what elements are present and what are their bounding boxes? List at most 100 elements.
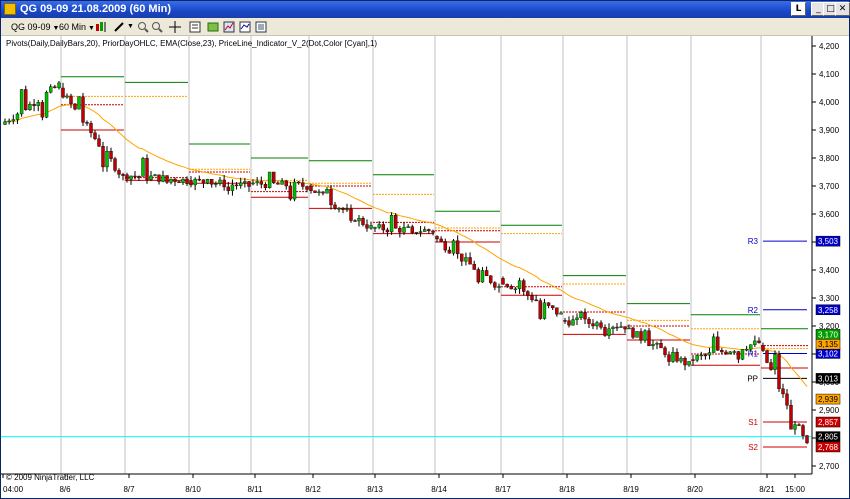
candle-down: [583, 312, 587, 320]
candle-down: [309, 185, 313, 191]
candle-down: [631, 327, 635, 338]
candle-down: [210, 179, 214, 185]
candle-up: [251, 182, 255, 185]
x-tick-label: 8/11: [248, 485, 264, 494]
candle-down: [349, 208, 353, 221]
link-button[interactable]: L: [791, 2, 806, 16]
candle-up: [292, 181, 297, 200]
candle-down: [93, 132, 97, 140]
candle-down: [73, 103, 77, 110]
candle-up: [711, 336, 716, 353]
price-marker-label: 3,013: [818, 374, 839, 383]
candle-down: [276, 182, 280, 185]
candle-up: [373, 227, 377, 229]
window-title: QG 09-09 21.08.2009 (60 Min): [20, 3, 172, 15]
candle-down: [534, 299, 538, 302]
pivot-label-r2: R2: [748, 306, 759, 315]
period-selector[interactable]: 60 Min ▼: [59, 20, 95, 34]
candle-down: [247, 181, 251, 187]
candle-up: [193, 178, 197, 186]
instrument-selector[interactable]: QG 09-09 ▼: [11, 20, 59, 34]
candle-up: [65, 95, 69, 98]
candle-down: [484, 270, 489, 277]
candle-down: [133, 175, 137, 178]
candle-up: [267, 171, 272, 188]
candle-down: [493, 282, 497, 288]
candle-down: [394, 215, 398, 229]
chart-panel[interactable]: R3 R2 R1 PP S1 S2 4,200 4,100 4,000 3,900 3,800 3,…: [1, 36, 849, 499]
candle-down: [538, 300, 542, 319]
candle-down: [85, 122, 89, 124]
candle-down: [61, 87, 65, 98]
candle-down: [546, 302, 551, 306]
time-gridlines: [60, 36, 762, 474]
candle-down: [427, 229, 431, 232]
pivot-label-pp: PP: [747, 374, 758, 383]
candle-down: [720, 350, 724, 353]
period-label: 60 Min: [59, 22, 87, 32]
candle-down: [476, 269, 481, 283]
data-box-icon[interactable]: [189, 21, 201, 33]
bar-chart-icon[interactable]: [95, 21, 107, 33]
strategy-icon[interactable]: [223, 21, 235, 33]
candle-down: [222, 179, 226, 188]
title-bar[interactable]: QG 09-09 21.08.2009 (60 Min) L _ □ ✕: [1, 1, 850, 18]
indicator-icon[interactable]: [239, 21, 251, 33]
candle-up: [337, 208, 341, 210]
candle-down: [522, 280, 526, 292]
y-axis-ticks: 4,2004,1004,0003,9003,8003,7003,6003,500…: [812, 42, 840, 471]
properties-icon[interactable]: [207, 21, 219, 33]
zoom-in-icon[interactable]: [137, 21, 149, 33]
close-button[interactable]: ✕: [835, 2, 850, 16]
price-marker-label: 2,805: [818, 433, 839, 442]
candle-down: [305, 186, 309, 190]
candle-down: [296, 181, 301, 184]
candle-down: [89, 123, 93, 134]
candle-down: [675, 351, 679, 362]
candle-down: [551, 305, 555, 308]
price-marker-label: 2,768: [818, 443, 839, 452]
candle-down: [341, 208, 345, 210]
candle-down: [157, 174, 161, 182]
candle-down: [113, 158, 117, 171]
candle-up: [129, 175, 133, 180]
x-tick-label: 8/19: [623, 485, 639, 494]
y-tick-label: 4,100: [819, 70, 840, 79]
y-tick-label: 3,300: [819, 294, 840, 303]
candle-down: [361, 218, 365, 225]
candle-up: [214, 183, 218, 185]
candle-up: [230, 184, 235, 191]
candle-down: [797, 424, 801, 426]
candle-up: [36, 102, 40, 106]
candle-down: [435, 236, 439, 240]
candle-down: [173, 178, 177, 182]
candle-down: [137, 176, 141, 178]
candle-down: [724, 351, 728, 354]
candle-down: [567, 320, 571, 326]
y-tick-label: 2,900: [819, 406, 840, 415]
candle-down: [101, 146, 105, 168]
chevron-down-icon[interactable]: ▼: [127, 20, 134, 34]
candle-down: [301, 182, 305, 187]
candle-down: [599, 322, 603, 328]
chart-style-icon[interactable]: [255, 21, 267, 33]
zoom-out-icon[interactable]: [151, 21, 163, 33]
crosshair-icon[interactable]: [169, 21, 181, 33]
candle-down: [263, 184, 268, 188]
candle-down: [460, 253, 464, 262]
chart-window: QG 09-09 21.08.2009 (60 Min) L _ □ ✕ QG …: [0, 0, 850, 499]
chevron-down-icon: ▼: [88, 25, 95, 32]
price-marker-label: 3,135: [818, 340, 839, 349]
candle-up: [679, 357, 683, 362]
candle-down: [53, 86, 57, 88]
candle-down: [165, 175, 169, 183]
candle-up: [740, 349, 745, 360]
candle-down: [329, 189, 333, 206]
pivot-label-s2: S2: [748, 443, 758, 452]
candle-up: [517, 280, 522, 290]
pencil-icon[interactable]: [113, 21, 125, 33]
y-tick-label: 4,200: [819, 42, 840, 51]
candle-up: [205, 179, 210, 184]
candle-up: [141, 158, 145, 177]
candle-up: [732, 351, 736, 353]
